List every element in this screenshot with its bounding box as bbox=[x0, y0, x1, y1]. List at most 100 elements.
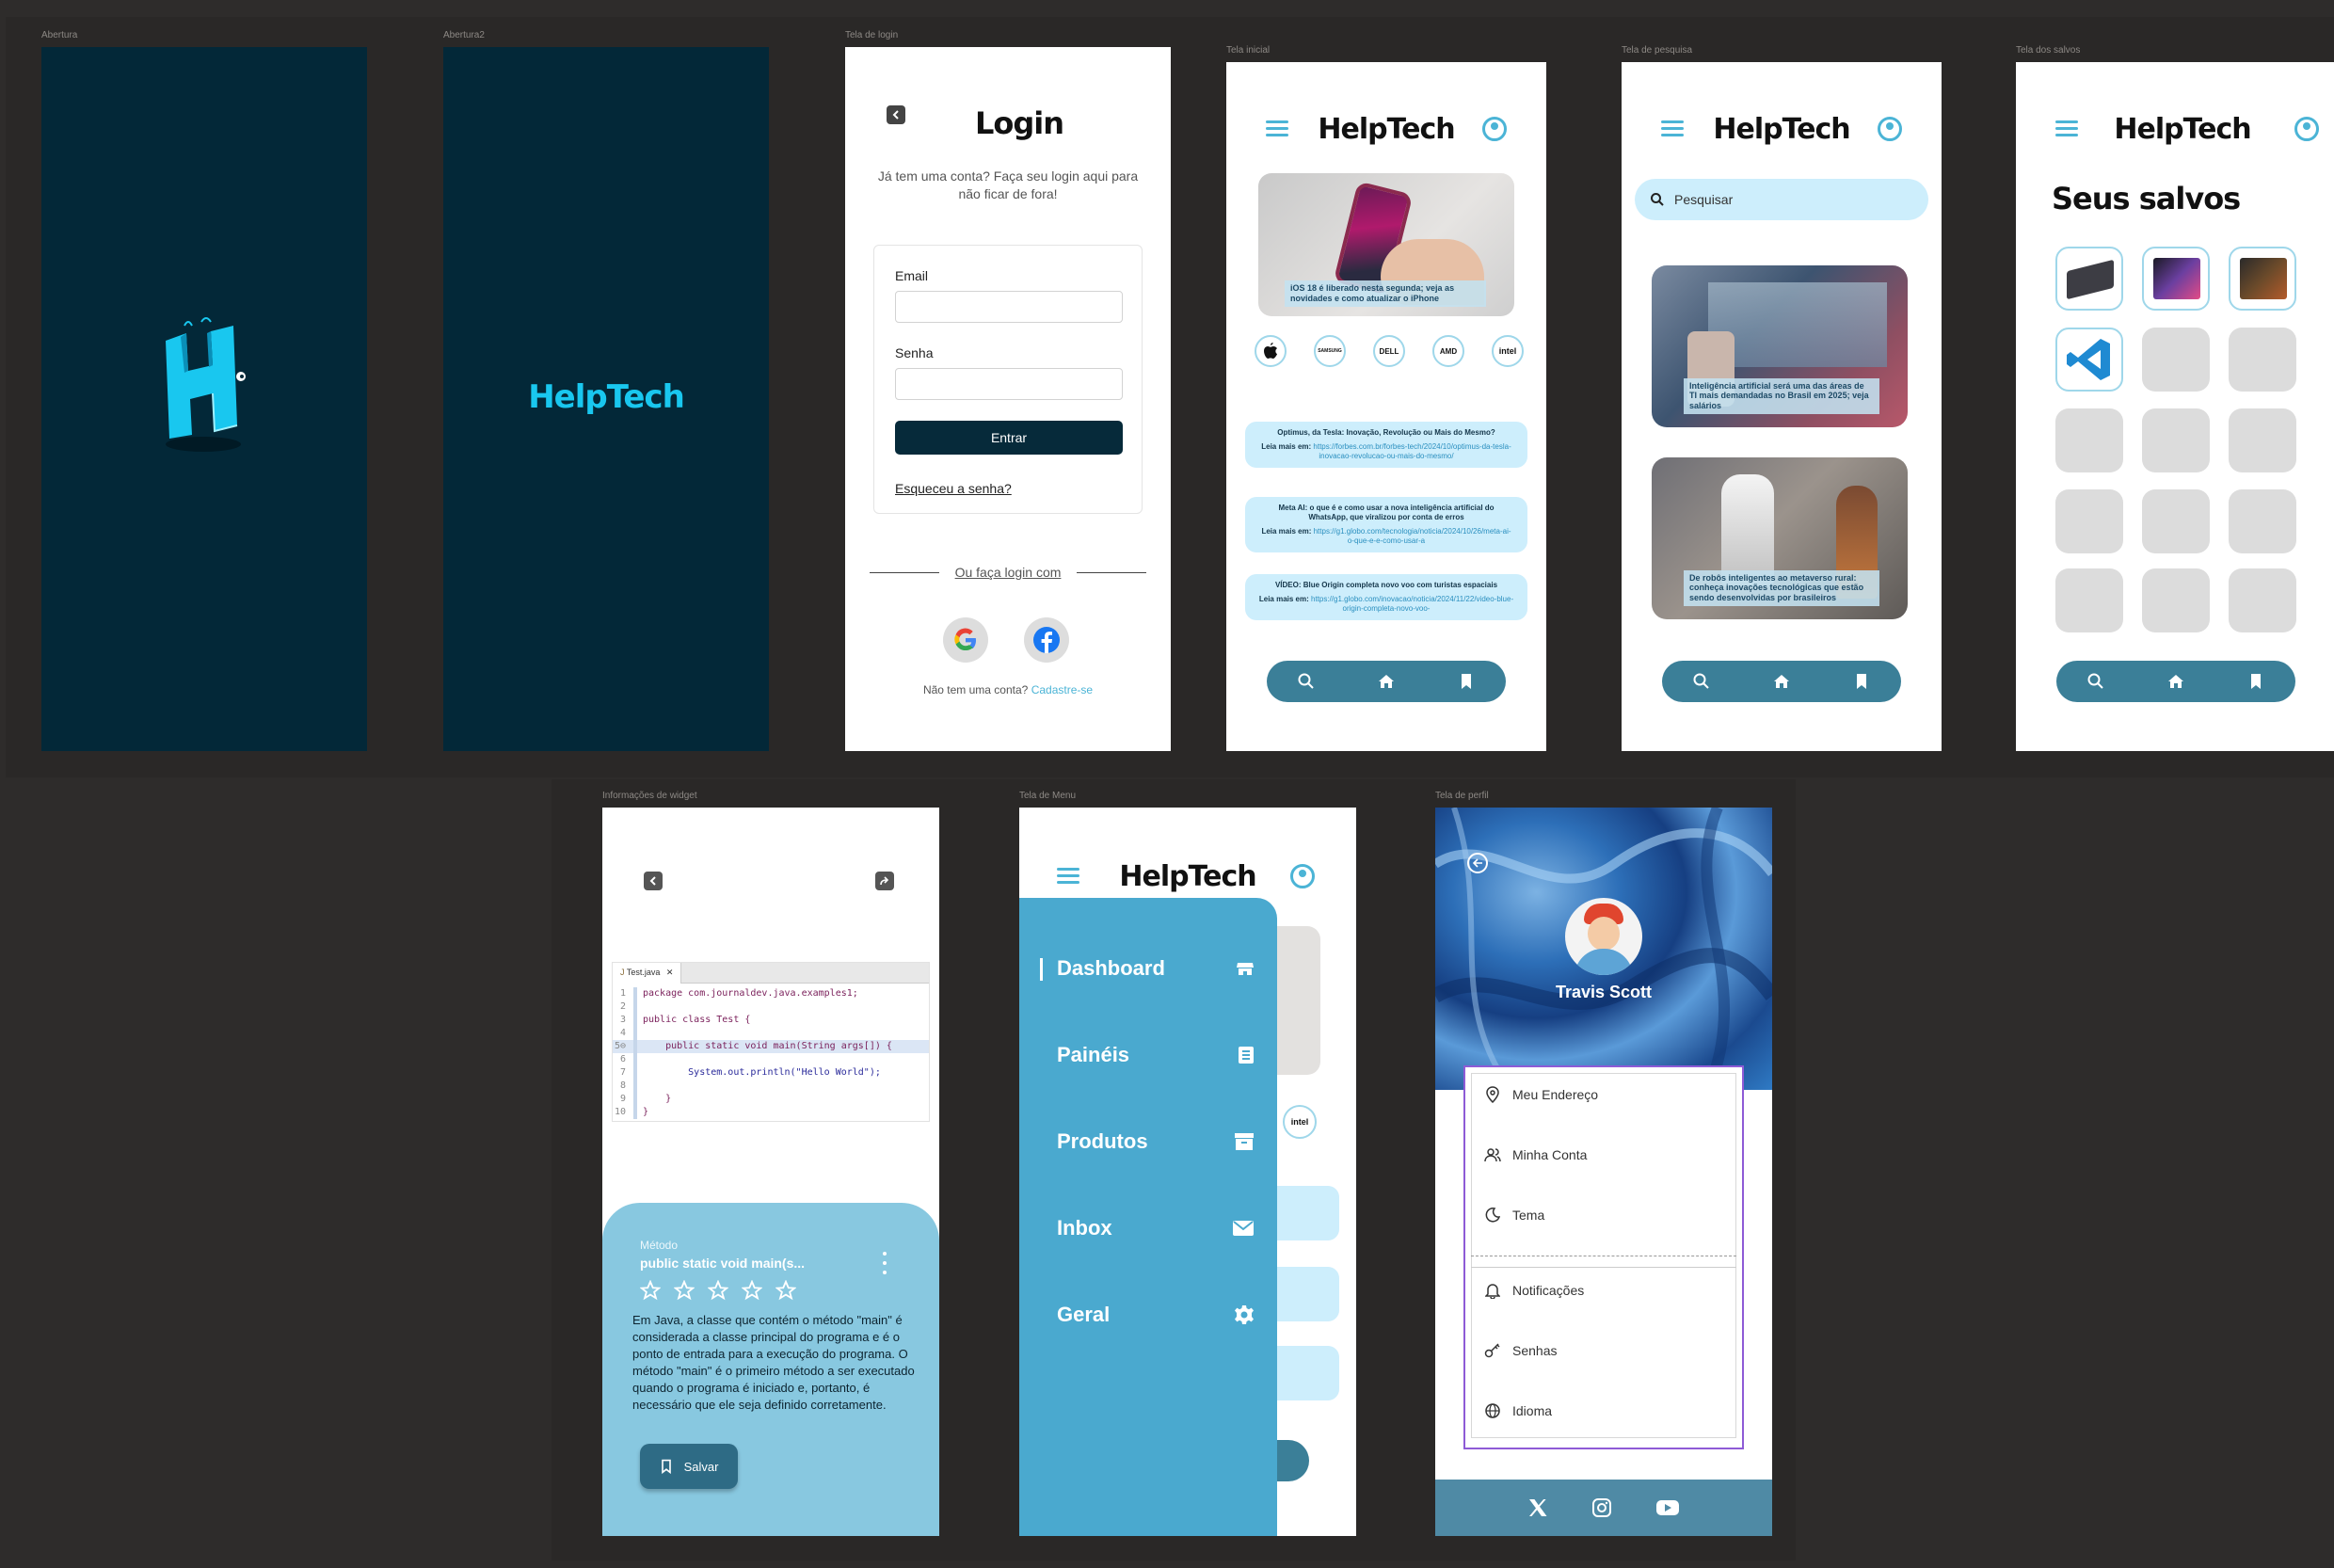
news-link-3[interactable]: https://g1.globo.com/inovacao/noticia/20… bbox=[1311, 595, 1513, 613]
hero-news-card[interactable]: iOS 18 é liberado nesta segunda; veja as… bbox=[1258, 173, 1514, 316]
profile-item-senhas[interactable]: Senhas bbox=[1484, 1342, 1557, 1359]
bookmark-icon bbox=[2250, 674, 2261, 689]
nav-search[interactable] bbox=[2077, 667, 2115, 696]
profile-item-conta[interactable]: Minha Conta bbox=[1484, 1146, 1587, 1163]
profile-item-idioma[interactable]: Idioma bbox=[1484, 1402, 1552, 1419]
saved-item-vscode[interactable] bbox=[2055, 328, 2123, 392]
news-card-3[interactable]: VÍDEO: Blue Origin completa novo voo com… bbox=[1245, 574, 1527, 620]
news-link-2[interactable]: https://g1.globo.com/tecnologia/noticia/… bbox=[1314, 527, 1511, 545]
brand-amd[interactable]: AMD bbox=[1432, 335, 1464, 367]
profile-item-label: Meu Endereço bbox=[1512, 1087, 1599, 1102]
nav-home[interactable] bbox=[1367, 667, 1405, 696]
frame-label-salvos: Tela dos salvos bbox=[2016, 45, 2081, 56]
login-submit-button[interactable]: Entrar bbox=[895, 421, 1123, 455]
email-field[interactable] bbox=[895, 291, 1123, 323]
forgot-password-link[interactable]: Esqueceu a senha? bbox=[895, 481, 1012, 496]
star-icon[interactable] bbox=[640, 1280, 661, 1301]
profile-item-notificacoes[interactable]: Notificações bbox=[1484, 1282, 1584, 1299]
x-icon[interactable] bbox=[1527, 1497, 1548, 1518]
nav-home[interactable] bbox=[2157, 667, 2195, 696]
code-line: 3 public class Test { bbox=[613, 1014, 929, 1027]
user-profile-icon[interactable] bbox=[1878, 117, 1902, 141]
saved-placeholder[interactable] bbox=[2055, 568, 2123, 632]
signup-link[interactable]: Cadastre-se bbox=[1031, 683, 1093, 696]
close-tab-icon[interactable]: ✕ bbox=[666, 968, 674, 977]
user-profile-icon[interactable] bbox=[1290, 864, 1315, 888]
kebab-menu-icon[interactable] bbox=[881, 1252, 888, 1274]
star-icon[interactable] bbox=[674, 1280, 695, 1301]
brand-samsung[interactable]: SAMSUNG bbox=[1314, 335, 1346, 367]
saved-placeholder[interactable] bbox=[2229, 568, 2296, 632]
saved-header: HelpTech bbox=[2016, 111, 2334, 149]
menu-frame: HelpTech intel Dashboard Painéis Produto… bbox=[1019, 808, 1356, 1536]
line-number: 9 bbox=[613, 1093, 637, 1106]
news-card-2[interactable]: Meta AI: o que é e como usar a nova inte… bbox=[1245, 497, 1527, 552]
instagram-icon[interactable] bbox=[1591, 1497, 1612, 1518]
saved-frame: HelpTech Seus salvos bbox=[2016, 62, 2334, 751]
nav-saved[interactable] bbox=[1447, 667, 1485, 696]
menu-item-geral[interactable]: Geral bbox=[1057, 1303, 1255, 1327]
star-icon[interactable] bbox=[708, 1280, 728, 1301]
news-link-1[interactable]: https://forbes.com.br/forbes-tech/2024/1… bbox=[1313, 442, 1511, 460]
user-profile-icon[interactable] bbox=[2294, 117, 2319, 141]
no-account-text: Não tem uma conta? bbox=[922, 683, 1029, 696]
nav-saved[interactable] bbox=[1843, 667, 1880, 696]
avatar[interactable] bbox=[1565, 898, 1642, 975]
profile-item-tema[interactable]: Tema bbox=[1484, 1207, 1544, 1224]
frame-label-perfil: Tela de perfil bbox=[1435, 791, 1489, 801]
saved-placeholder[interactable] bbox=[2055, 489, 2123, 553]
code-line: 4 bbox=[613, 1027, 929, 1040]
saved-placeholder[interactable] bbox=[2142, 568, 2210, 632]
nav-home[interactable] bbox=[1763, 667, 1800, 696]
profile-divider-2 bbox=[1471, 1267, 1736, 1268]
menu-item-paineis[interactable]: Painéis bbox=[1057, 1043, 1255, 1067]
saved-placeholder[interactable] bbox=[2055, 408, 2123, 472]
nav-saved[interactable] bbox=[2237, 667, 2275, 696]
home-header: HelpTech bbox=[1226, 111, 1546, 149]
menu-item-dashboard[interactable]: Dashboard bbox=[1057, 956, 1255, 981]
search-input[interactable]: Pesquisar bbox=[1635, 179, 1928, 220]
menu-item-produtos[interactable]: Produtos bbox=[1057, 1129, 1255, 1154]
nav-search[interactable] bbox=[1683, 667, 1720, 696]
menu-item-inbox[interactable]: Inbox bbox=[1057, 1216, 1255, 1240]
saved-placeholder[interactable] bbox=[2229, 408, 2296, 472]
star-icon[interactable] bbox=[775, 1280, 796, 1301]
editor-tab[interactable]: J Test.java ✕ bbox=[613, 963, 682, 984]
saved-item-laptop[interactable] bbox=[2055, 247, 2123, 311]
line-number: 6 bbox=[613, 1053, 637, 1066]
search-result-card-1[interactable]: Inteligência artificial será uma das áre… bbox=[1652, 265, 1908, 427]
java-file-icon: J bbox=[620, 968, 625, 977]
profile-item-endereco[interactable]: Meu Endereço bbox=[1484, 1086, 1598, 1103]
facebook-login-button[interactable] bbox=[1024, 617, 1069, 663]
back-button[interactable] bbox=[644, 872, 663, 890]
google-login-button[interactable] bbox=[943, 617, 988, 663]
brand-apple[interactable] bbox=[1255, 335, 1287, 367]
saved-placeholder[interactable] bbox=[2142, 489, 2210, 553]
home-icon bbox=[2167, 675, 2183, 688]
saved-placeholder[interactable] bbox=[2229, 328, 2296, 392]
back-button[interactable] bbox=[1467, 853, 1488, 873]
save-button[interactable]: Salvar bbox=[640, 1444, 738, 1489]
password-field[interactable] bbox=[895, 368, 1123, 400]
saved-item-motherboard[interactable] bbox=[2229, 247, 2296, 311]
brand-intel[interactable]: intel bbox=[1492, 335, 1524, 367]
star-icon[interactable] bbox=[742, 1280, 762, 1301]
frame-label-inicial: Tela inicial bbox=[1226, 45, 1271, 56]
line-text: public static void main(String args[]) { bbox=[643, 1041, 892, 1051]
news-card-1[interactable]: Optimus, da Tesla: Inovação, Revolução o… bbox=[1245, 422, 1527, 468]
youtube-icon[interactable] bbox=[1655, 1498, 1680, 1517]
saved-item-pc[interactable] bbox=[2142, 247, 2210, 311]
saved-placeholder[interactable] bbox=[2142, 408, 2210, 472]
search-result-card-2[interactable]: De robôs inteligentes ao metaverso rural… bbox=[1652, 457, 1908, 619]
avatar-face bbox=[1588, 917, 1620, 951]
rating-stars[interactable] bbox=[640, 1280, 796, 1301]
user-profile-icon[interactable] bbox=[1482, 117, 1507, 141]
brand-dell[interactable]: DELL bbox=[1373, 335, 1405, 367]
motherboard-thumb bbox=[2240, 258, 2287, 299]
search-icon bbox=[1651, 193, 1664, 206]
share-button[interactable] bbox=[875, 872, 894, 890]
frame-label-widget: Informações de widget bbox=[602, 791, 697, 801]
saved-placeholder[interactable] bbox=[2229, 489, 2296, 553]
nav-search[interactable] bbox=[1287, 667, 1325, 696]
saved-placeholder[interactable] bbox=[2142, 328, 2210, 392]
